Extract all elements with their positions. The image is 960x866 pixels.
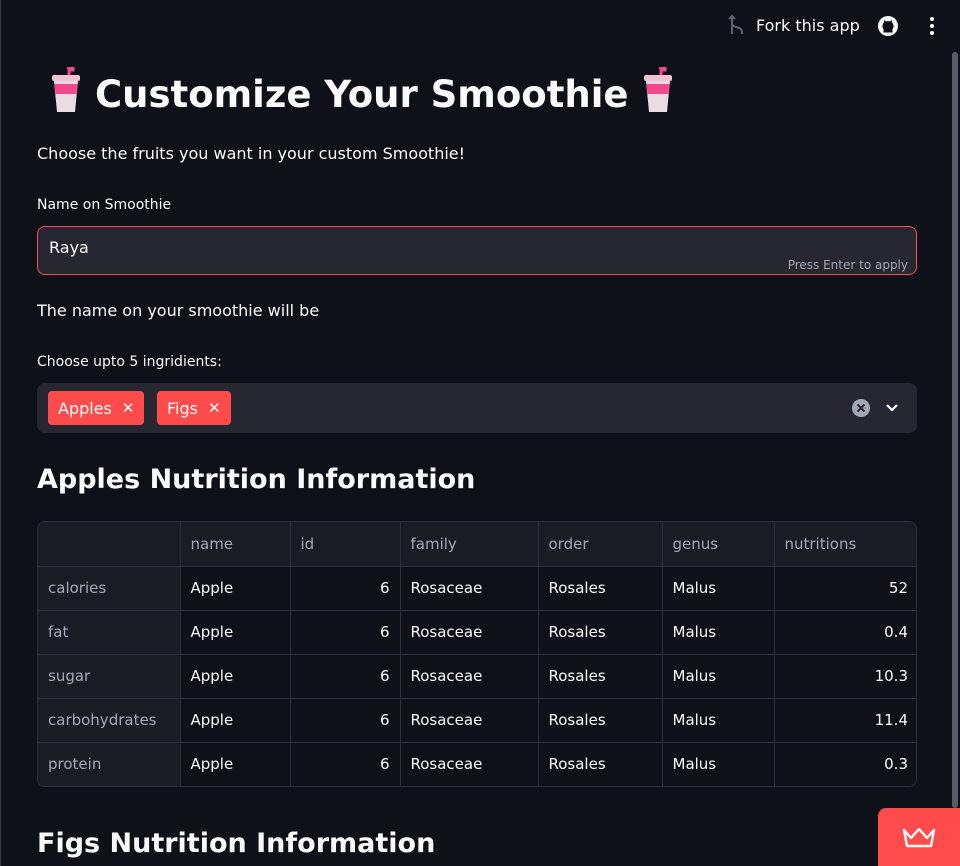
title-text: Customize Your Smoothie <box>95 72 629 116</box>
table-cell[interactable]: 6 <box>290 566 401 611</box>
enter-hint: Press Enter to apply <box>787 258 908 272</box>
tag-label: Apples <box>58 398 112 418</box>
row-index: carbohydrates <box>38 698 181 743</box>
table-cell[interactable]: Rosales <box>538 742 663 786</box>
column-header-id[interactable]: id <box>290 522 401 567</box>
figs-nutrition-heading: Figs Nutrition Information <box>37 828 436 859</box>
window-edge <box>0 0 1 866</box>
table-cell[interactable]: 0.4 <box>774 610 916 655</box>
row-index: protein <box>38 742 181 786</box>
table-cell[interactable]: Apple <box>180 610 291 655</box>
table-cell[interactable]: Rosaceae <box>400 742 539 786</box>
table-cell[interactable]: Rosaceae <box>400 610 539 655</box>
table-cell[interactable]: 6 <box>290 654 401 699</box>
name-input[interactable] <box>38 227 916 274</box>
scrollbar[interactable] <box>950 0 960 866</box>
row-index: calories <box>38 566 181 611</box>
column-header-nutritions[interactable]: nutritions <box>774 522 916 567</box>
table-cell[interactable]: 0.3 <box>774 742 916 786</box>
fork-app-button[interactable]: Fork this app <box>728 14 860 36</box>
ingredients-label: Choose upto 5 ingridients: <box>37 354 222 370</box>
page-subtitle: Choose the fruits you want in your custo… <box>37 144 466 163</box>
table-cell[interactable]: Apple <box>180 566 291 611</box>
table-cell[interactable]: Rosales <box>538 698 663 743</box>
row-index: sugar <box>38 654 181 699</box>
table-cell[interactable]: Rosaceae <box>400 654 539 699</box>
table-cell[interactable]: 6 <box>290 610 401 655</box>
fork-label: Fork this app <box>756 15 860 35</box>
table-cell[interactable]: Malus <box>662 742 775 786</box>
table-row: sugar Apple 6 Rosaceae Rosales Malus 10.… <box>38 654 916 699</box>
table-row: carbohydrates Apple 6 Rosaceae Rosales M… <box>38 698 916 743</box>
tag-label: Figs <box>167 398 198 418</box>
table-cell[interactable]: 52 <box>774 566 916 611</box>
table-cell[interactable]: Rosaceae <box>400 698 539 743</box>
table-row: calories Apple 6 Rosaceae Rosales Malus … <box>38 566 916 611</box>
table-cell[interactable]: Rosaceae <box>400 566 539 611</box>
app-toolbar: Fork this app <box>0 0 960 54</box>
apples-nutrition-table[interactable]: name id family order genus nutritions ca… <box>37 521 917 787</box>
table-cell[interactable]: 6 <box>290 698 401 743</box>
github-icon[interactable] <box>877 15 899 41</box>
cup-with-straw-icon <box>643 65 673 122</box>
scrollbar-thumb[interactable] <box>952 52 958 808</box>
name-field-label: Name on Smoothie <box>37 197 172 213</box>
apples-nutrition-heading: Apples Nutrition Information <box>37 464 476 495</box>
table-cell[interactable]: 11.4 <box>774 698 916 743</box>
fork-icon <box>728 14 743 34</box>
crown-icon <box>902 827 936 848</box>
remove-tag-icon[interactable]: ✕ <box>208 399 221 417</box>
table-cell[interactable]: Rosales <box>538 610 663 655</box>
row-index: fat <box>38 610 181 655</box>
column-header-genus[interactable]: genus <box>662 522 775 567</box>
more-menu-icon[interactable] <box>924 15 940 41</box>
name-summary-text: The name on your smoothie will be <box>37 301 320 320</box>
table-row: protein Apple 6 Rosaceae Rosales Malus 0… <box>38 742 916 786</box>
table-cell[interactable]: Malus <box>662 698 775 743</box>
column-header-index <box>38 522 181 567</box>
table-cell[interactable]: Malus <box>662 654 775 699</box>
ingredient-tag-figs[interactable]: Figs ✕ <box>157 391 231 425</box>
column-header-family[interactable]: family <box>400 522 539 567</box>
table-cell[interactable]: Malus <box>662 566 775 611</box>
page-title: Customize Your Smoothie <box>37 65 917 122</box>
streamlit-badge[interactable] <box>878 808 960 866</box>
table-cell[interactable]: Apple <box>180 654 291 699</box>
table-header-row: name id family order genus nutritions <box>38 522 916 567</box>
column-header-name[interactable]: name <box>180 522 291 567</box>
table-cell[interactable]: Rosales <box>538 654 663 699</box>
table-cell[interactable]: Malus <box>662 610 775 655</box>
table-cell[interactable]: Apple <box>180 742 291 786</box>
table-cell[interactable]: 10.3 <box>774 654 916 699</box>
ingredient-tag-apples[interactable]: Apples ✕ <box>48 391 145 425</box>
clear-all-icon[interactable] <box>852 399 870 421</box>
chevron-down-icon[interactable] <box>885 400 899 420</box>
cup-with-straw-icon <box>51 65 81 122</box>
name-field[interactable]: Press Enter to apply <box>37 226 917 275</box>
table-cell[interactable]: Apple <box>180 698 291 743</box>
column-header-order[interactable]: order <box>538 522 663 567</box>
table-cell[interactable]: 6 <box>290 742 401 786</box>
remove-tag-icon[interactable]: ✕ <box>122 399 135 417</box>
table-row: fat Apple 6 Rosaceae Rosales Malus 0.4 <box>38 610 916 655</box>
table-cell[interactable]: Rosales <box>538 566 663 611</box>
ingredients-multiselect[interactable]: Apples ✕ Figs ✕ <box>37 383 917 433</box>
